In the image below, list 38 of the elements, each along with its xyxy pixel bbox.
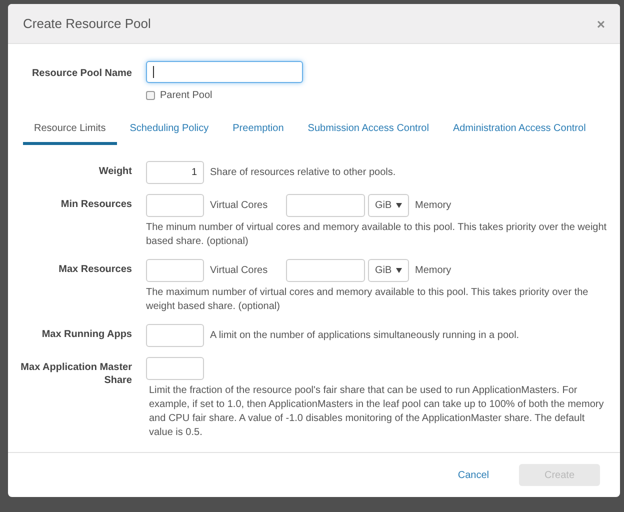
field-label: Resource Pool Name	[30, 67, 132, 81]
field-label: Memory	[415, 199, 452, 213]
close-button[interactable]: ×	[596, 16, 605, 30]
field-label: Virtual Cores	[210, 264, 269, 278]
caret-icon	[396, 203, 402, 208]
hint-text: A limit on the number of applications simultaneously running in a pool.	[210, 329, 520, 343]
tab[interactable]: Scheduling Policy	[118, 119, 220, 145]
dialog-title: Create Resource Pool	[23, 14, 151, 33]
field-label: Max Resources	[58, 263, 132, 277]
input-field[interactable]	[146, 324, 204, 347]
field-label: Weight	[98, 165, 132, 179]
field-label: Memory	[415, 264, 452, 278]
field-label: Min Resources	[60, 198, 132, 212]
input-field[interactable]	[146, 259, 204, 282]
cancel-link[interactable]: Cancel	[458, 468, 489, 482]
tab[interactable]: Submission Access Control	[296, 119, 440, 145]
input-field[interactable]	[146, 357, 204, 380]
checkbox-label: Parent Pool	[160, 89, 212, 103]
parent-pool-checkbox[interactable]	[146, 91, 155, 100]
caret-icon	[396, 268, 402, 273]
field-label: Virtual Cores	[210, 199, 269, 213]
field-label: Max Running Apps	[40, 328, 132, 342]
input-field[interactable]	[286, 259, 365, 282]
text-cursor	[153, 66, 154, 78]
unit-select[interactable]: GiB	[368, 259, 409, 282]
tab[interactable]: Preemption	[222, 119, 295, 145]
field-label: Max Application Master Share	[20, 361, 132, 388]
unit-select[interactable]: GiB	[368, 194, 409, 217]
tab[interactable]: Administration Access Control	[442, 119, 597, 145]
input-field[interactable]	[286, 194, 365, 217]
tab[interactable]: Resource Limits	[23, 119, 117, 145]
help-text: Limit the fraction of the resource pool's fair share that can be used to run ApplicationMasters. For example, if set to 1.0, then ApplicationMasters in the leaf pool can take up to 100% of both the memory and CPU fair share. A value of -1.0 disables monitoring of the ApplicationMaster share. The default value is 0.5.	[149, 384, 605, 440]
name-input-field[interactable]	[146, 61, 303, 83]
help-text: The minum number of virtual cores and memory available to this pool. This takes priority over the weight based share. (optional)	[146, 221, 608, 249]
hint-text: Share of resources relative to other pools.	[210, 166, 396, 180]
input-field[interactable]: 1	[146, 161, 204, 184]
input-field[interactable]	[146, 194, 204, 217]
help-text: The maximum number of virtual cores and memory available to this pool. This takes priority over the weight based share. (optional)	[146, 286, 590, 314]
